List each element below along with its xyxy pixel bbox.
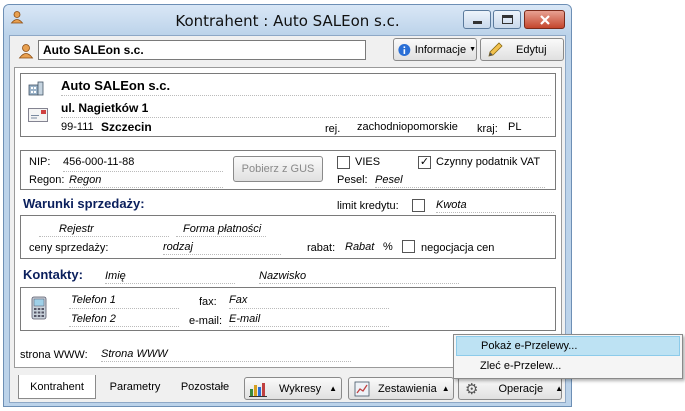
- info-button-label: Informacje: [414, 43, 467, 56]
- edit-button-label: Edytuj: [516, 43, 547, 56]
- vies-checkbox[interactable]: [337, 156, 350, 169]
- phone1-field[interactable]: Telefon 1: [71, 294, 116, 306]
- reports-button[interactable]: Zestawienia ▲: [348, 377, 454, 400]
- country-label: kraj:: [477, 123, 498, 135]
- fax-field[interactable]: Fax: [229, 294, 247, 306]
- credit-label: limit kredytu:: [337, 200, 399, 212]
- identifiers-group: NIP: 456-000-11-88 Pobierz z GUS VIES ✓ …: [20, 150, 556, 190]
- report-icon: [354, 381, 370, 396]
- caret-up-icon: ▲: [329, 384, 337, 393]
- regon-field[interactable]: Regon: [69, 174, 101, 186]
- close-icon: [540, 15, 550, 25]
- operations-menu: Pokaż e-Przelewy... Zleć e-Przelew...: [453, 334, 683, 379]
- pesel-label: Pesel:: [337, 174, 368, 186]
- charts-label: Wykresy: [279, 382, 322, 395]
- tab-parametry[interactable]: Parametry: [100, 375, 170, 399]
- building-icon: [28, 81, 44, 96]
- email-label: e-mail:: [189, 315, 223, 327]
- tab-kontrahent[interactable]: Kontrahent: [18, 375, 96, 399]
- region-label: rej.: [325, 123, 341, 135]
- address-name: Auto SALEon s.c.: [61, 78, 171, 93]
- prices-label: ceny sprzedaży:: [29, 242, 109, 254]
- gus-button[interactable]: Pobierz z GUS: [233, 156, 323, 182]
- pencil-icon: [488, 41, 503, 57]
- menu-item-show-transfers[interactable]: Pokaż e-Przelewy...: [456, 336, 680, 356]
- menu-item-order-transfer[interactable]: Zleć e-Przelew...: [456, 357, 680, 377]
- street: ul. Nagietków 1: [61, 101, 149, 115]
- last-name-field[interactable]: Nazwisko: [259, 270, 306, 282]
- region: zachodniopomorskie: [357, 121, 458, 133]
- gear-icon: ⚙: [465, 380, 479, 398]
- maximize-icon: [502, 15, 513, 24]
- contractor-name-field[interactable]: Auto SALEon s.c.: [38, 40, 366, 60]
- discount-label: rabat:: [307, 242, 336, 254]
- person-icon: [18, 44, 34, 59]
- negotiation-label: negocjacja cen: [421, 242, 495, 254]
- caret-up-icon: ▲: [441, 384, 450, 393]
- payment-field[interactable]: Forma płatności: [183, 223, 261, 235]
- maximize-button[interactable]: [493, 10, 521, 29]
- minimize-icon: [473, 21, 482, 24]
- reports-label: Zestawienia: [378, 382, 437, 395]
- bar-chart-icon: [249, 382, 267, 397]
- edit-button[interactable]: Edytuj: [480, 38, 564, 61]
- info-icon: [398, 43, 411, 56]
- country: PL: [508, 121, 522, 133]
- main-panel: Auto SALEon s.c. ul. Nagietków 1 99-111 …: [14, 67, 562, 368]
- email-field[interactable]: E-mail: [229, 313, 260, 325]
- register-field[interactable]: Rejestr: [59, 223, 94, 235]
- postal-code: 99-111: [61, 121, 94, 133]
- www-field[interactable]: Strona WWW: [101, 348, 168, 360]
- first-name-field[interactable]: Imię: [105, 270, 126, 282]
- percent-sign: %: [383, 241, 393, 253]
- minimize-button[interactable]: [463, 10, 491, 29]
- www-label: strona WWW:: [20, 349, 88, 361]
- caret-up-icon: ▲: [555, 384, 564, 393]
- city: Szczecin: [101, 120, 152, 134]
- nip-value[interactable]: 456-000-11-88: [63, 156, 134, 168]
- sales-header: Warunki sprzedaży:: [23, 196, 145, 211]
- contacts-header: Kontakty:: [23, 267, 83, 282]
- phone2-field[interactable]: Telefon 2: [71, 313, 116, 325]
- vies-label: VIES: [355, 156, 381, 168]
- credit-field[interactable]: Kwota: [436, 199, 467, 211]
- title-bar: Kontrahent : Auto SALEon s.c.: [4, 5, 571, 35]
- address-group: Auto SALEon s.c. ul. Nagietków 1 99-111 …: [20, 73, 556, 137]
- fax-label: fax:: [199, 296, 217, 308]
- negotiation-checkbox[interactable]: [402, 240, 415, 253]
- pesel-field[interactable]: Pesel: [375, 174, 403, 186]
- envelope-icon: [28, 108, 48, 122]
- nip-label: NIP:: [29, 156, 51, 168]
- phone-icon: [31, 296, 47, 320]
- info-button[interactable]: Informacje ▼: [393, 38, 477, 61]
- prices-field[interactable]: rodzaj: [163, 241, 193, 253]
- sales-group: Rejestr Forma płatności ceny sprzedaży: …: [20, 215, 556, 259]
- dropdown-icon: ▼: [469, 46, 476, 53]
- operations-button[interactable]: ⚙ Operacje ▲: [458, 377, 564, 400]
- regon-label: Regon:: [29, 174, 65, 186]
- contacts-group: Telefon 1 fax: Fax Telefon 2 e-mail: E-m…: [20, 287, 556, 331]
- operations-label: Operacje: [498, 382, 544, 395]
- tab-pozostale[interactable]: Pozostałe: [172, 375, 238, 399]
- credit-checkbox[interactable]: [412, 199, 425, 212]
- close-button[interactable]: [524, 10, 565, 29]
- vat-checkbox[interactable]: ✓: [418, 156, 431, 169]
- discount-field[interactable]: Rabat: [345, 241, 374, 253]
- vat-label: Czynny podatnik VAT: [436, 156, 541, 168]
- charts-button[interactable]: Wykresy ▲: [244, 377, 342, 400]
